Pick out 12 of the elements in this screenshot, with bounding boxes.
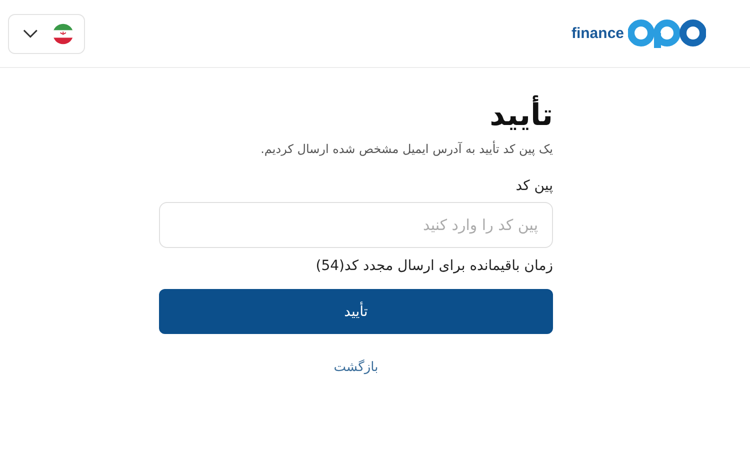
caret-icon (23, 28, 38, 38)
instruction-text: یک پین کد تأیید به آدرس ایمیل مشخص شده ارسال کردیم. (260, 142, 553, 156)
field-label: پین کد (516, 178, 553, 194)
resend-timer-text: زمان باقیمانده برای ارسال مجدد کد(54) (316, 258, 553, 274)
back-link[interactable]: بازگشت (334, 360, 378, 375)
pin-input-field[interactable]: پین کد را وارد کنید (159, 202, 553, 248)
language-selector[interactable] (8, 14, 85, 54)
confirm-button[interactable]: تأیید (159, 289, 553, 334)
logo-mark-icon (628, 18, 706, 48)
flag-icon (52, 22, 74, 46)
page-title: تأیید (490, 96, 553, 136)
logo-text: finance (571, 25, 624, 42)
